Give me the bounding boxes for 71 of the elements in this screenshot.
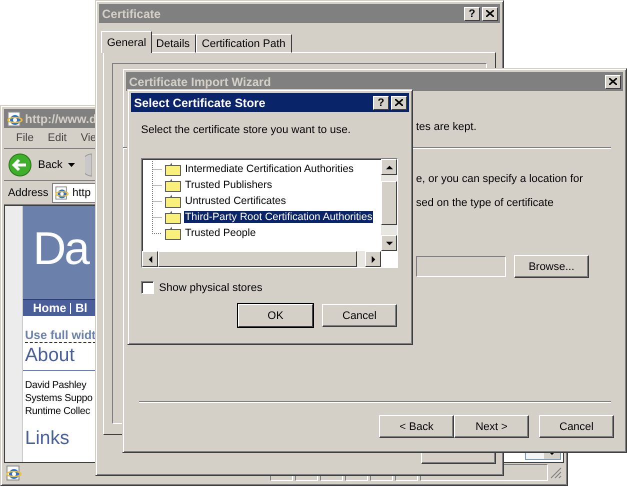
- next-button[interactable]: Next >: [454, 415, 529, 438]
- store-item[interactable]: Intermediate Certification Authorities: [152, 161, 381, 177]
- wizard-text: tes are kept.: [416, 121, 478, 133]
- nav-link[interactable]: Bl: [75, 301, 88, 315]
- browser-icon: [6, 464, 22, 480]
- about-text: David Pashley: [25, 379, 86, 392]
- about-text: Runtime Collec: [25, 405, 90, 418]
- tree-line: [152, 161, 162, 177]
- tab[interactable]: Certification Path: [196, 34, 292, 53]
- banner-logo-text: Da: [33, 221, 88, 276]
- tree-line: [152, 193, 162, 209]
- about-text: Systems Suppo: [25, 392, 92, 405]
- checkbox[interactable]: [141, 281, 154, 294]
- close-icon: [395, 99, 403, 106]
- browse-button[interactable]: Browse...: [514, 255, 589, 278]
- window-title: Certificate: [102, 6, 162, 20]
- store-field[interactable]: [416, 256, 506, 277]
- tree-line: [152, 177, 162, 193]
- window-title: http://www.d: [25, 112, 98, 126]
- address-field[interactable]: http: [52, 182, 96, 202]
- store-item[interactable]: Third-Party Root Certification Authorities: [152, 209, 381, 225]
- cancel-button[interactable]: Cancel: [322, 304, 397, 327]
- wizard-text: sed on the type of certificate: [416, 197, 555, 209]
- close-icon: [609, 78, 617, 85]
- horizontal-scrollbar[interactable]: [142, 251, 381, 267]
- scroll-arrow-icon: [146, 256, 154, 262]
- dropdown-arrow-icon[interactable]: [68, 162, 76, 166]
- close-icon: [486, 10, 494, 17]
- back-button[interactable]: < Back: [379, 415, 454, 438]
- window-title: Certificate Import Wizard: [129, 74, 272, 88]
- store-item[interactable]: Trusted Publishers: [152, 177, 381, 193]
- nav-link[interactable]: Home: [33, 301, 66, 315]
- store-label: Intermediate Certification Authorities: [184, 163, 355, 175]
- store-label: Trusted People: [184, 227, 257, 239]
- tab[interactable]: Details: [150, 34, 196, 53]
- folder-icon: [165, 162, 181, 176]
- close-button[interactable]: [391, 96, 407, 110]
- wizard-text: e, or you can specify a location for: [416, 173, 584, 185]
- menu-item[interactable]: Edit: [48, 132, 67, 144]
- store-tree[interactable]: Intermediate Certification Authorities Trusted Publishers Untrusted Certificates Third-Party Root Certification Authorities Trusted People: [141, 158, 398, 268]
- store-label: Trusted Publishers: [184, 179, 274, 191]
- prompt-text: Select the certificate store you want to use.: [141, 124, 352, 136]
- address-label: Address: [8, 186, 48, 198]
- scroll-arrow-icon: [370, 256, 376, 262]
- close-button[interactable]: [482, 6, 498, 20]
- ok-button[interactable]: OK: [238, 304, 313, 327]
- vertical-scrollbar[interactable]: [381, 159, 397, 251]
- checkbox-label[interactable]: Show physical stores: [159, 282, 262, 294]
- button-edge[interactable]: [421, 452, 496, 464]
- folder-icon: [165, 194, 181, 208]
- help-button[interactable]: ?: [464, 6, 480, 20]
- resize-grip-icon[interactable]: [550, 466, 562, 478]
- store-label: Third-Party Root Certification Authorities: [184, 211, 374, 223]
- tab[interactable]: General: [101, 31, 152, 53]
- back-button[interactable]: Back: [38, 158, 62, 170]
- folder-icon: [165, 210, 181, 224]
- window-title: Select Certificate Store: [134, 96, 266, 110]
- scroll-arrow-icon: [386, 240, 392, 246]
- section-heading: About: [25, 345, 75, 367]
- close-button[interactable]: [605, 74, 621, 88]
- cancel-button[interactable]: Cancel: [539, 415, 614, 438]
- scroll-arrow-icon: [386, 164, 392, 170]
- menu-item[interactable]: File: [16, 132, 34, 144]
- store-label: Untrusted Certificates: [184, 195, 287, 207]
- browser-icon: [55, 186, 70, 200]
- folder-icon: [165, 226, 181, 240]
- store-item[interactable]: Trusted People: [152, 225, 381, 241]
- folder-icon: [165, 178, 181, 192]
- store-item[interactable]: Untrusted Certificates: [152, 193, 381, 209]
- help-button[interactable]: ?: [373, 96, 389, 110]
- section-heading: Links: [25, 428, 70, 450]
